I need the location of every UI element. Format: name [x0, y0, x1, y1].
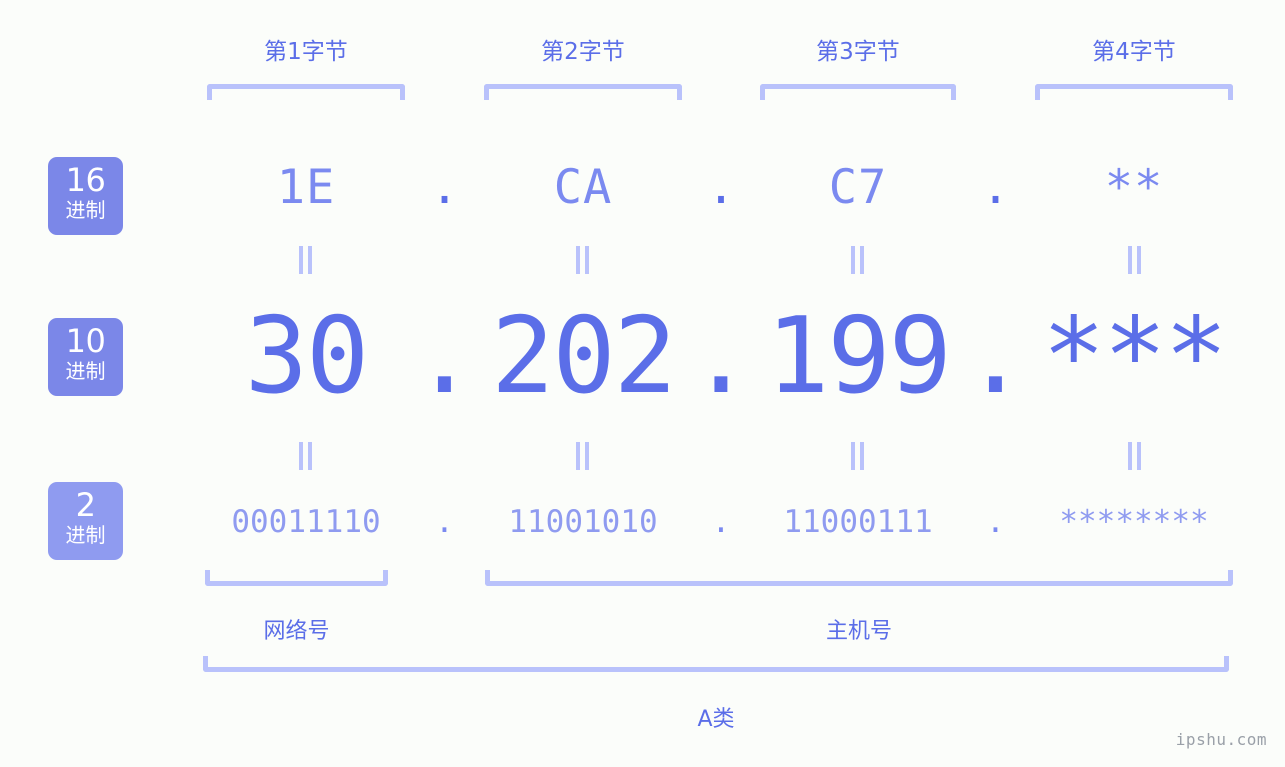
byte-header-2: 第2字节 — [541, 39, 625, 65]
base-badge-decimal-number: 10 — [65, 322, 106, 360]
hex-separator-2: . — [706, 160, 736, 215]
binary-octet-2: 11001010 — [508, 504, 658, 540]
equals-icon-dec-bin-2 — [574, 442, 592, 470]
byte-bracket-3 — [760, 84, 956, 100]
hex-value-row: 1E . CA . C7 . ** — [150, 152, 1250, 224]
ip-address-breakdown-diagram: 第1字节 第2字节 第3字节 第4字节 16 进制 10 进制 2 进制 1E … — [0, 0, 1285, 767]
decimal-value-row: 30 . 202 . 199 . *** — [150, 300, 1250, 412]
network-portion-label: 网络号 — [263, 619, 330, 644]
base-badge-binary: 2 进制 — [48, 482, 123, 560]
decimal-octet-1: 30 — [244, 295, 369, 417]
ip-class-bracket — [203, 656, 1229, 672]
decimal-octet-3: 199 — [766, 295, 952, 417]
host-portion-bracket — [485, 570, 1233, 586]
decimal-separator-2: . — [689, 295, 753, 417]
base-badge-binary-number: 2 — [75, 486, 96, 524]
hex-octet-2: CA — [553, 160, 613, 215]
byte-header-1: 第1字节 — [264, 39, 348, 65]
base-badge-hex: 16 进制 — [48, 157, 123, 235]
base-badge-hex-number: 16 — [65, 161, 106, 199]
equals-icon-hex-dec-1 — [297, 246, 315, 274]
binary-separator-1: . — [435, 504, 454, 540]
hex-octet-3: C7 — [828, 160, 888, 215]
equals-icon-dec-bin-3 — [849, 442, 867, 470]
binary-separator-2: . — [711, 504, 731, 540]
byte-header-3: 第3字节 — [816, 39, 900, 65]
equals-icon-hex-dec-4 — [1126, 246, 1144, 274]
network-portion-bracket — [205, 570, 388, 586]
base-badge-binary-unit: 进制 — [65, 523, 106, 547]
byte-bracket-1 — [207, 84, 405, 100]
binary-separator-3: . — [986, 504, 1005, 540]
equals-icon-hex-dec-2 — [574, 246, 592, 274]
binary-value-row: 00011110 . 11001010 . 11000111 . *******… — [150, 498, 1250, 546]
host-portion-label: 主机号 — [825, 619, 892, 644]
hex-separator-1: . — [430, 160, 459, 215]
binary-octet-3: 11000111 — [783, 504, 933, 540]
equals-icon-dec-bin-1 — [297, 442, 315, 470]
site-watermark: ipshu.com — [1175, 730, 1267, 749]
byte-bracket-4 — [1035, 84, 1233, 100]
decimal-octet-4: *** — [1042, 295, 1228, 417]
hex-octet-4: ** — [1104, 160, 1164, 215]
equals-icon-hex-dec-3 — [849, 246, 867, 274]
byte-header-4: 第4字节 — [1092, 39, 1176, 65]
byte-bracket-2 — [484, 84, 682, 100]
equals-icon-dec-bin-4 — [1126, 442, 1144, 470]
base-badge-hex-unit: 进制 — [65, 198, 106, 222]
binary-octet-1: 00011110 — [231, 504, 381, 540]
decimal-separator-3: . — [963, 295, 1028, 417]
hex-separator-3: . — [981, 160, 1010, 215]
base-badge-decimal-unit: 进制 — [65, 359, 106, 383]
binary-octet-4: ******** — [1059, 504, 1209, 540]
decimal-separator-1: . — [412, 295, 477, 417]
ip-class-label: A类 — [697, 707, 735, 732]
base-badge-decimal: 10 进制 — [48, 318, 123, 396]
decimal-octet-2: 202 — [491, 295, 677, 417]
hex-octet-1: 1E — [276, 160, 336, 215]
